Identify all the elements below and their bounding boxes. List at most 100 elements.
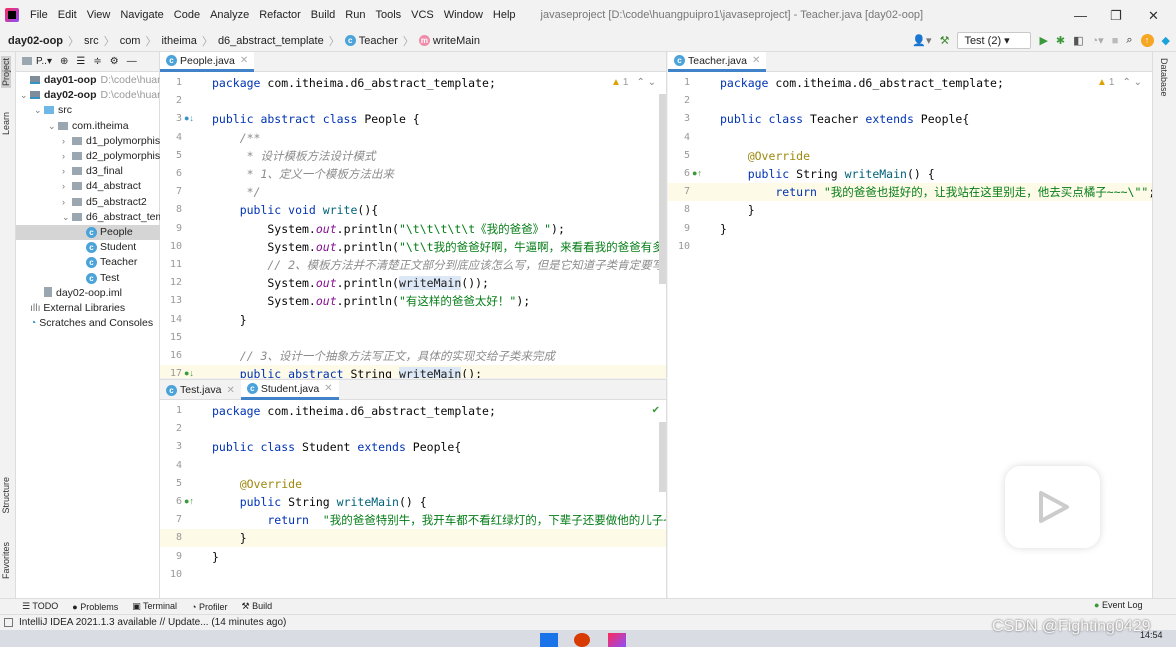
favorites-tool-tab[interactable]: Favorites <box>1 542 11 579</box>
tab-student-java[interactable]: c Student.java ✕ <box>240 380 339 400</box>
status-toggle-icon[interactable] <box>4 618 13 627</box>
build-hammer-icon[interactable]: ⚒ <box>940 34 950 47</box>
tree-item-d2-polymorphism[interactable]: › d2_polymorphism <box>16 149 160 164</box>
collapse-all-icon[interactable]: ≑ <box>93 56 101 67</box>
chevron-right-icon[interactable]: › <box>62 195 72 210</box>
code-line[interactable]: public class Student extends People{ <box>212 438 461 456</box>
code-line[interactable]: } <box>212 311 247 329</box>
editor-student[interactable]: c Test.java ✕ c Student.java ✕ 1 package com.it… <box>160 379 667 598</box>
code-line[interactable]: System.out.println("\t\t\t\t\t《我的爸爸》"); <box>212 220 565 238</box>
tree-item-teacher[interactable]: c Teacher <box>16 255 160 270</box>
code-line[interactable]: public String writeMain() { <box>212 493 427 511</box>
menu-refactor[interactable]: Refactor <box>254 9 306 21</box>
menu-edit[interactable]: Edit <box>53 9 82 21</box>
vertical-scrollbar[interactable] <box>659 422 666 492</box>
tree-item-d5-abstract2[interactable]: › d5_abstract2 <box>16 195 160 210</box>
search-icon[interactable]: ⌕ <box>1126 34 1132 47</box>
tree-item-student[interactable]: c Student <box>16 240 160 255</box>
chevron-right-icon[interactable]: › <box>62 149 72 164</box>
code-line[interactable]: // 2、模板方法并不清楚正文部分到底应该怎么写，但是它知道子类肯定要写。 <box>212 256 666 274</box>
chevron-down-icon[interactable]: ⌄ <box>34 103 44 118</box>
tree-item-external-libraries[interactable]: ıllı External Libraries <box>16 301 160 316</box>
warning-indicator[interactable]: ▲ 1 ⌃ ⌄ <box>1097 77 1142 88</box>
code-line[interactable]: * 1、定义一个模板方法出来 <box>212 165 394 183</box>
breadcrumb-item[interactable]: 〉 com <box>99 33 141 49</box>
override-icon[interactable]: ●↑ <box>184 496 194 506</box>
code-line[interactable]: } <box>212 529 247 547</box>
vcs-user-icon[interactable]: 👤▾ <box>912 34 931 47</box>
chevron-down-icon[interactable]: ⌄ <box>48 119 58 134</box>
implemented-icon[interactable]: ●↓ <box>184 113 194 123</box>
close-tab-icon[interactable]: ✕ <box>240 55 248 66</box>
windows-start-icon[interactable] <box>540 633 558 647</box>
tool-todo[interactable]: ☰ TODO <box>22 601 58 612</box>
project-tool-tab[interactable]: Project <box>1 56 11 89</box>
menu-file[interactable]: File <box>25 9 53 21</box>
restore-button[interactable]: ❐ <box>1110 8 1122 24</box>
breadcrumb-item[interactable]: 〉 d6_abstract_template <box>197 33 324 49</box>
code-line[interactable]: @Override <box>212 475 302 493</box>
tree-item-day02-oop[interactable]: ⌄ day02-oopD:\code\huang <box>16 88 160 103</box>
code-line[interactable]: /** <box>212 129 261 147</box>
close-tab-icon[interactable]: ✕ <box>752 55 760 66</box>
tree-item-scratches-and-consoles[interactable]: ◔ Scratches and Consoles <box>16 316 160 331</box>
video-play-overlay[interactable] <box>1005 466 1100 548</box>
tab-test-java[interactable]: c Test.java ✕ <box>160 380 241 400</box>
close-button[interactable]: ✕ <box>1148 8 1159 24</box>
menu-window[interactable]: Window <box>439 9 488 21</box>
learn-tool-tab[interactable]: Learn <box>1 112 11 135</box>
tool-build[interactable]: ⚒ Build <box>242 601 273 612</box>
minimize-button[interactable]: — <box>1074 8 1087 23</box>
tree-item-d1-polymorphism[interactable]: › d1_polymorphism <box>16 134 160 149</box>
coverage-icon[interactable]: ◧ <box>1073 34 1083 47</box>
project-view-select[interactable]: P..▾ <box>22 56 52 67</box>
menu-code[interactable]: Code <box>169 9 205 21</box>
code-line[interactable]: return "我的爸爸特别牛，我开车都不看红绿灯的，下辈子还要做他的儿子~~"… <box>212 511 666 529</box>
tree-item-d6-abstract-temp[interactable]: ⌄ d6_abstract_temp <box>16 210 160 225</box>
tree-item-d3-final[interactable]: › d3_final <box>16 164 160 179</box>
code-line[interactable]: public class Teacher extends People{ <box>720 110 969 128</box>
code-line[interactable]: // 3、设计一个抽象方法写正文，具体的实现交给子类来完成 <box>212 347 555 365</box>
menu-view[interactable]: View <box>82 9 116 21</box>
close-tab-icon[interactable]: ✕ <box>324 383 332 394</box>
menu-help[interactable]: Help <box>488 9 521 21</box>
breadcrumb-item[interactable]: 〉 itheima <box>140 33 196 49</box>
event-log-button[interactable]: ● Event Log <box>1094 600 1142 610</box>
profile-icon[interactable]: ◔▾ <box>1092 34 1104 47</box>
code-line[interactable]: } <box>720 201 755 219</box>
navigate-issues-icon[interactable]: ⌃ ⌄ <box>636 77 656 88</box>
menu-analyze[interactable]: Analyze <box>205 9 254 21</box>
stop-icon[interactable]: ■ <box>1112 35 1119 47</box>
menu-build[interactable]: Build <box>306 9 340 21</box>
tab-teacher-java[interactable]: c Teacher.java ✕ <box>668 52 767 72</box>
structure-tool-tab[interactable]: Structure <box>1 477 11 514</box>
tree-item-people[interactable]: c People <box>16 225 160 240</box>
code-line[interactable]: package com.itheima.d6_abstract_template… <box>212 74 496 92</box>
tool-terminal[interactable]: ▣ Terminal <box>132 601 177 612</box>
debug-icon[interactable]: ✱ <box>1056 34 1065 47</box>
code-line[interactable]: System.out.println(writeMain()); <box>212 274 489 292</box>
run-config-select[interactable]: Test (2) ▾ <box>957 32 1032 49</box>
vertical-scrollbar[interactable] <box>659 94 666 284</box>
plugin-icon[interactable]: ◆ <box>1162 34 1170 47</box>
settings-gear-icon[interactable]: ⚙ <box>110 56 119 67</box>
close-tab-icon[interactable]: ✕ <box>226 385 234 396</box>
intellij-taskbar-icon[interactable] <box>608 633 626 647</box>
tree-item-src[interactable]: ⌄ src <box>16 103 160 118</box>
breadcrumb-item[interactable]: day02-oop <box>8 33 63 49</box>
code-line[interactable]: @Override <box>720 147 810 165</box>
menu-tools[interactable]: Tools <box>370 9 406 21</box>
status-message[interactable]: IntelliJ IDEA 2021.1.3 available // Upda… <box>19 617 286 628</box>
override-icon[interactable]: ●↑ <box>692 168 702 178</box>
code-line[interactable]: public abstract class People { <box>212 110 420 128</box>
database-tool-tab[interactable]: Database <box>1159 58 1169 97</box>
implemented-icon[interactable]: ●↓ <box>184 368 194 378</box>
tab-people-java[interactable]: c People.java ✕ <box>160 52 255 72</box>
tree-item-com-itheima[interactable]: ⌄ com.itheima <box>16 119 160 134</box>
tree-item-d4-abstract[interactable]: › d4_abstract <box>16 179 160 194</box>
tree-item-test[interactable]: c Test <box>16 271 160 286</box>
code-line[interactable]: System.out.println("\t\t我的爸爸好啊，牛逼啊，来看看我的… <box>212 238 666 256</box>
code-line[interactable]: } <box>212 548 219 566</box>
tool-problems[interactable]: ● Problems <box>72 602 118 612</box>
menu-run[interactable]: Run <box>340 9 370 21</box>
